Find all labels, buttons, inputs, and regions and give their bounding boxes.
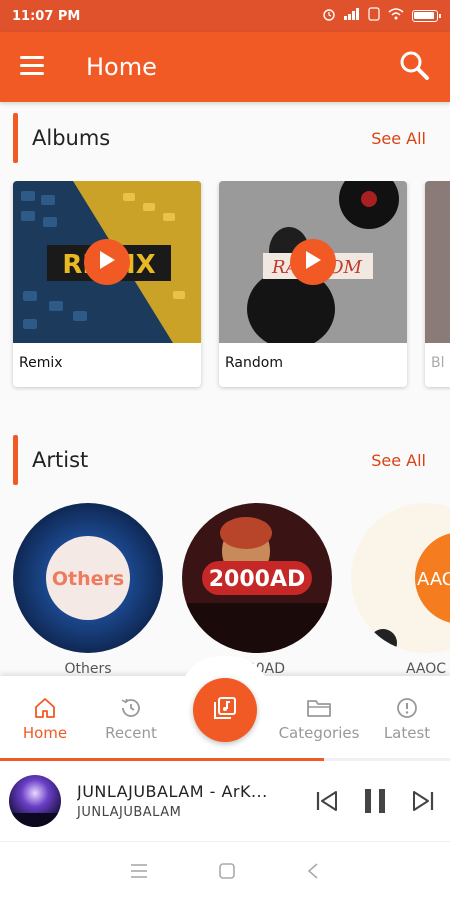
volte-icon: [368, 7, 380, 25]
album-card-partial[interactable]: Bl: [425, 181, 450, 387]
album-card-random[interactable]: RANDOM Random: [219, 181, 407, 387]
recent-apps-icon[interactable]: [130, 863, 148, 879]
now-playing-thumbnail: [9, 775, 61, 827]
alarm-icon: [322, 7, 336, 25]
album-name-random: Random: [225, 355, 283, 371]
section-accent-bar: [13, 435, 18, 485]
system-home-icon[interactable]: [218, 862, 236, 880]
album-name-remix: Remix: [19, 355, 63, 371]
artist-item-others[interactable]: Others Others: [13, 503, 163, 683]
battery-level: [414, 12, 434, 19]
history-icon: [119, 696, 143, 720]
play-button-random[interactable]: [290, 239, 336, 285]
artist-title: Artist: [32, 448, 89, 472]
status-bar: 11:07 PM: [0, 0, 450, 32]
artist-name-aaoc: AAOC: [405, 661, 447, 677]
nav-item-categories[interactable]: Categories: [273, 696, 365, 742]
artist-art-text-others: Others: [52, 568, 124, 590]
artist-name-others: Others: [64, 661, 112, 677]
signal-icon: [344, 8, 360, 24]
system-navigation-bar: [0, 841, 450, 900]
alert-circle-icon: [395, 696, 419, 720]
album-art-random: RANDOM: [219, 181, 407, 343]
skip-next-icon[interactable]: [410, 788, 436, 814]
albums-header: Albums See All: [0, 113, 450, 163]
nav-label-recent: Recent: [105, 724, 157, 742]
artist-avatar-aaoc: AAOC: [351, 503, 450, 653]
now-playing-bar[interactable]: JUNLAJUBALAM - ArK... JUNLAJUBALAM: [0, 761, 450, 841]
album-name-partial: Bl: [431, 355, 445, 371]
nav-label-categories: Categories: [278, 724, 360, 742]
artist-see-all-link[interactable]: See All: [371, 451, 426, 470]
pause-icon[interactable]: [362, 787, 388, 815]
playback-controls: [314, 787, 436, 815]
music-library-button[interactable]: [193, 678, 257, 742]
battery-icon: [412, 10, 441, 22]
nav-item-latest[interactable]: Latest: [362, 696, 450, 742]
nav-label-home: Home: [22, 724, 68, 742]
section-accent-bar: [13, 113, 18, 163]
status-icons: [322, 7, 441, 25]
app-bar: Home: [0, 32, 450, 102]
nav-label-latest: Latest: [383, 724, 431, 742]
now-playing-title: JUNLAJUBALAM - ArK...: [77, 782, 268, 801]
albums-carousel[interactable]: REMIX Remix RANDOM Random Bl: [0, 181, 450, 391]
menu-icon[interactable]: [20, 55, 44, 79]
album-art-partial: [425, 181, 450, 343]
artist-avatar-others: Others: [13, 503, 163, 653]
folder-icon: [306, 696, 332, 720]
nav-item-home[interactable]: Home: [0, 696, 90, 742]
page-title: Home: [86, 53, 157, 81]
play-icon: [304, 250, 322, 274]
albums-title: Albums: [32, 126, 111, 150]
now-playing-info: JUNLAJUBALAM - ArK... JUNLAJUBALAM: [77, 782, 277, 820]
play-icon: [98, 250, 116, 274]
nav-item-recent[interactable]: Recent: [86, 696, 176, 742]
artist-header: Artist See All: [0, 435, 450, 485]
artist-art-text-aaoc: AAOC: [417, 569, 450, 590]
albums-see-all-link[interactable]: See All: [371, 129, 426, 148]
back-icon[interactable]: [306, 862, 320, 880]
wifi-icon: [388, 8, 404, 24]
album-card-remix[interactable]: REMIX Remix: [13, 181, 201, 387]
status-time: 11:07 PM: [12, 8, 81, 24]
now-playing-artist: JUNLAJUBALAM: [77, 805, 182, 820]
artist-item-aaoc[interactable]: AAOC AAOC: [351, 503, 450, 683]
search-icon[interactable]: [398, 49, 430, 85]
skip-previous-icon[interactable]: [314, 788, 340, 814]
artist-art-text-2000ad: 2000AD: [209, 567, 306, 592]
artist-avatar-2000ad: 2000AD: [182, 503, 332, 653]
music-library-icon: [212, 695, 238, 725]
artist-item-2000ad[interactable]: 2000AD 2000AD: [182, 503, 332, 683]
play-button-remix[interactable]: [84, 239, 130, 285]
album-art-remix: REMIX: [13, 181, 201, 343]
home-icon: [33, 696, 57, 720]
